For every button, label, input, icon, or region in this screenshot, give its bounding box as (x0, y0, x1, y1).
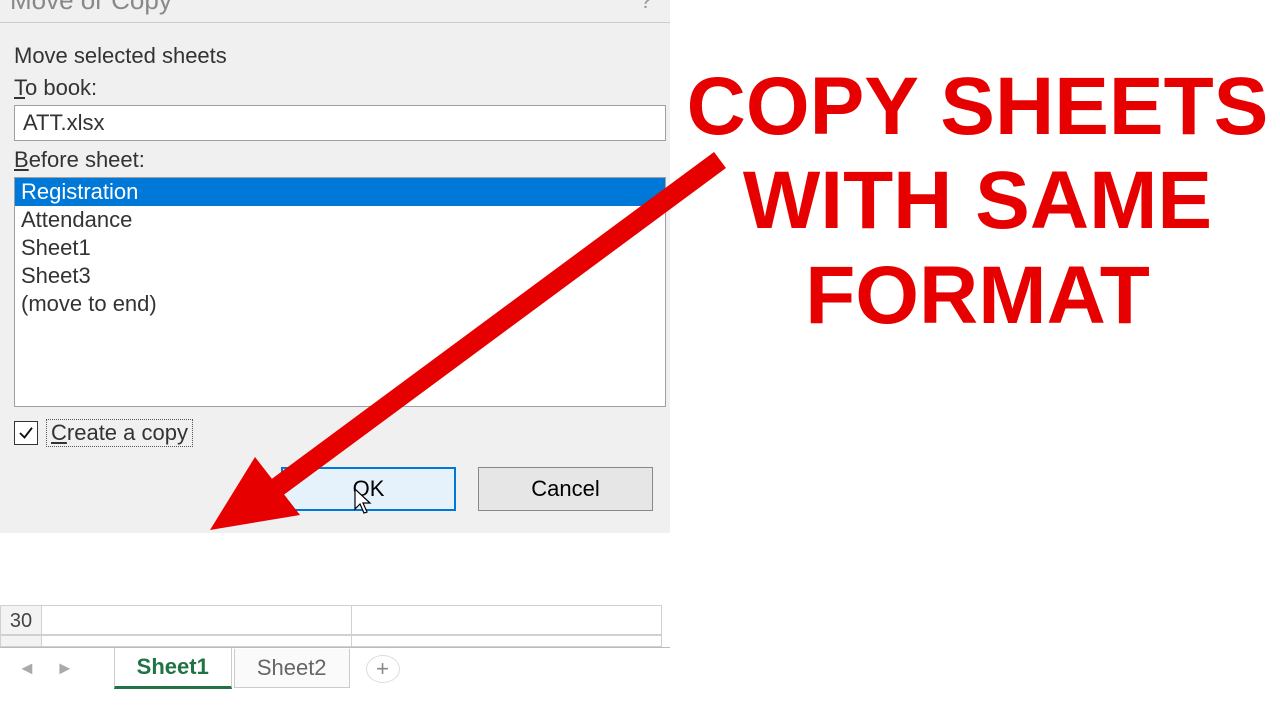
dialog-button-row: OK Cancel (264, 467, 670, 511)
annotation-line: COPY SHEETS (675, 60, 1280, 154)
list-item[interactable]: (move to end) (15, 290, 665, 318)
ok-button[interactable]: OK (281, 467, 456, 511)
dialog-title-text: Move or Copy (10, 0, 172, 16)
grid-cell[interactable] (42, 635, 352, 647)
before-sheet-label: Before sheet: (14, 147, 670, 173)
grid-row (0, 635, 670, 647)
create-copy-label: Create a copy (46, 419, 193, 447)
before-sheet-listbox[interactable]: Registration Attendance Sheet1 Sheet3 (m… (14, 177, 666, 407)
move-selected-label: Move selected sheets (14, 43, 670, 69)
tab-nav-next-icon[interactable]: ► (46, 658, 84, 679)
move-or-copy-dialog: Move or Copy ? Move selected sheets To b… (0, 0, 670, 533)
row-header[interactable] (0, 635, 42, 647)
help-icon[interactable]: ? (640, 0, 660, 14)
annotation-line: FORMAT (675, 249, 1280, 343)
to-book-label: To book: (14, 75, 670, 101)
sheet-tab[interactable]: Sheet1 (114, 648, 232, 689)
list-item[interactable]: Registration (15, 178, 665, 206)
grid-row: 30 (0, 605, 670, 635)
sheet-tab[interactable]: Sheet2 (234, 649, 350, 688)
add-sheet-button[interactable]: + (366, 655, 400, 683)
annotation-text: COPY SHEETS WITH SAME FORMAT (675, 60, 1280, 343)
row-header[interactable]: 30 (0, 605, 42, 635)
worksheet-area: 30 ◄ ► Sheet1 Sheet2 + (0, 605, 670, 689)
dialog-titlebar: Move or Copy ? (0, 0, 670, 23)
sheet-tab-strip: ◄ ► Sheet1 Sheet2 + (0, 647, 670, 689)
cancel-button[interactable]: Cancel (478, 467, 653, 511)
grid-cell[interactable] (42, 605, 352, 635)
list-item[interactable]: Sheet3 (15, 262, 665, 290)
list-item[interactable]: Attendance (15, 206, 665, 234)
checkmark-icon (17, 424, 35, 442)
list-item[interactable]: Sheet1 (15, 234, 665, 262)
to-book-dropdown[interactable]: ATT.xlsx (14, 105, 666, 141)
grid-cell[interactable] (352, 635, 662, 647)
create-copy-checkbox[interactable] (14, 421, 38, 445)
tab-nav-prev-icon[interactable]: ◄ (8, 658, 46, 679)
grid-cell[interactable] (352, 605, 662, 635)
annotation-line: WITH SAME (675, 154, 1280, 248)
dialog-body: Move selected sheets To book: ATT.xlsx B… (0, 23, 670, 533)
create-copy-row[interactable]: Create a copy (14, 419, 670, 447)
